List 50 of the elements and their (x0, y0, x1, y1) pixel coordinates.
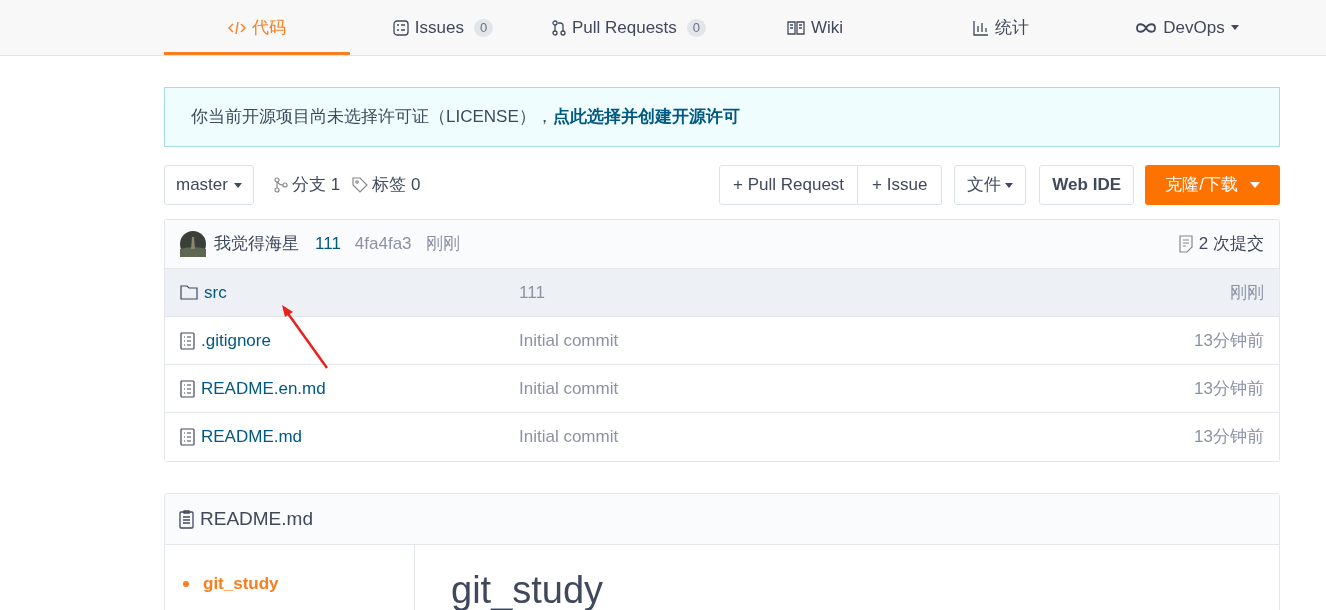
file-icon (180, 331, 195, 350)
tab[interactable]: Pull Requests 0 (536, 0, 722, 55)
tab[interactable]: Wiki (722, 0, 908, 55)
bar-chart-icon (973, 19, 989, 36)
pull-request-button[interactable]: + Pull Request (719, 165, 859, 205)
commit-time: 刚刚 (425, 233, 460, 256)
file-icon (180, 379, 195, 398)
tab[interactable]: 统计 (908, 0, 1094, 55)
readme-title: README.md (200, 506, 313, 531)
merge-icon (551, 19, 566, 36)
commit-author[interactable]: 我觉得海星 (214, 231, 299, 257)
tab[interactable]: Issues 0 (350, 0, 536, 55)
file-name-link[interactable]: README.md (201, 424, 303, 450)
annotation-arrow (280, 304, 330, 370)
commit-time: 13分钟前 (1194, 426, 1264, 449)
bullet-icon (183, 580, 189, 587)
branch-icon (273, 177, 288, 193)
commit-time: 13分钟前 (1194, 377, 1264, 400)
infinity-icon (1135, 21, 1158, 34)
commit-count-link[interactable]: 2 次提交 (1198, 231, 1264, 257)
file-row[interactable]: src 111 刚刚 (165, 269, 1279, 317)
commit-message[interactable]: 111 (315, 231, 341, 257)
avatar (180, 231, 206, 257)
license-link[interactable]: 点此选择并创建开源许可 (552, 104, 740, 130)
file-icon (180, 428, 195, 446)
checklist-icon (392, 19, 409, 36)
commit-time: 刚刚 (1230, 281, 1264, 304)
commit-time: 13分钟前 (1194, 329, 1264, 352)
count-badge: 0 (473, 18, 494, 37)
caret-icon (1005, 182, 1014, 188)
branches-link[interactable]: 分支 1 (273, 172, 341, 198)
document-icon (1178, 235, 1193, 253)
file-name-link[interactable]: .gitignore (201, 327, 271, 354)
book-icon (786, 20, 805, 35)
file-name-link[interactable]: src (204, 279, 227, 306)
file-menu-button[interactable]: 文件 (954, 165, 1027, 205)
notice-text: 你当前开源项目尚未选择许可证（LICENSE）， (191, 106, 553, 129)
tag-icon (352, 177, 369, 193)
folder-icon (180, 285, 198, 300)
web-ide-button[interactable]: Web IDE (1039, 165, 1134, 205)
caret-icon (233, 182, 242, 188)
file-name-link[interactable]: README.en.md (201, 375, 326, 402)
issue-button[interactable]: + Issue (858, 165, 943, 205)
code-icon (228, 20, 246, 35)
document-icon (179, 509, 194, 529)
tab[interactable]: DevOps (1094, 0, 1280, 55)
count-badge: 0 (686, 18, 707, 37)
branch-select[interactable]: master (164, 165, 254, 205)
tags-link[interactable]: 标签 0 (352, 172, 421, 198)
caret-icon (1249, 182, 1260, 188)
